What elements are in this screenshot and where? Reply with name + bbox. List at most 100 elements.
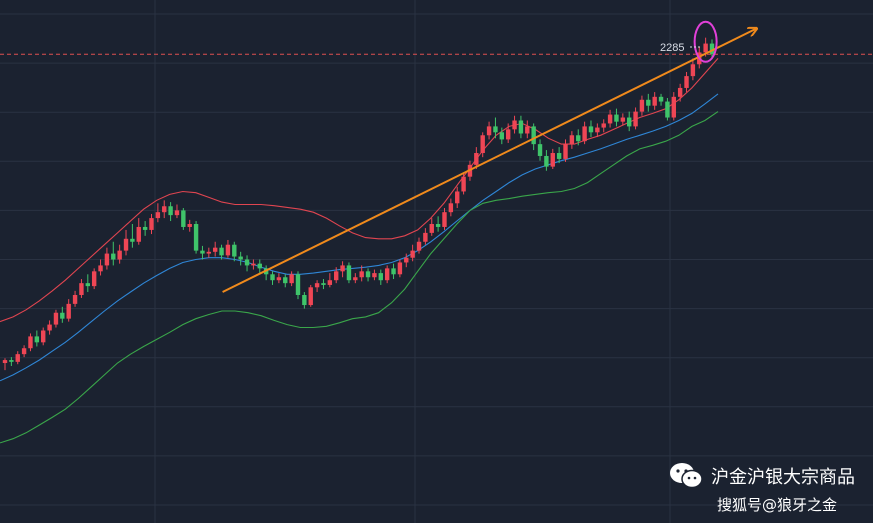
candle-body — [85, 283, 91, 287]
candle-body — [537, 144, 543, 156]
candlestick-chart[interactable]: 2285 — [0, 0, 873, 523]
candle-body — [614, 114, 619, 122]
candle-body — [544, 155, 549, 167]
candle-body — [41, 330, 46, 343]
candle-body — [9, 360, 14, 362]
candle-body — [104, 253, 110, 266]
candle-body — [340, 265, 345, 272]
candle-body — [2, 360, 8, 364]
candle-body — [111, 253, 116, 260]
source-name: 搜狐号@狼牙之金 — [717, 496, 838, 514]
candle-body — [607, 114, 613, 124]
candle-body — [327, 280, 333, 285]
candle-body — [576, 135, 581, 142]
candle-body — [181, 210, 186, 227]
candle-body — [442, 212, 447, 227]
candle-body — [162, 206, 167, 213]
candle-body — [512, 120, 517, 130]
candle-body — [556, 153, 562, 159]
candle-body — [461, 176, 466, 192]
candle-body — [149, 218, 154, 230]
candle-body — [384, 268, 390, 281]
candle-body — [123, 238, 129, 251]
candle-body — [98, 265, 103, 272]
candle-body — [193, 224, 199, 251]
candle-body — [276, 277, 282, 281]
candle-body — [321, 283, 326, 285]
candle-body — [308, 287, 313, 306]
candle-body — [60, 312, 65, 319]
candle-body — [117, 250, 122, 260]
candle-body — [416, 241, 422, 251]
candle-body — [295, 274, 301, 295]
candle-body — [646, 99, 651, 106]
candle-body — [289, 274, 294, 284]
middle-band-line — [0, 93, 719, 382]
candle-body — [499, 132, 505, 140]
candle-body — [66, 303, 71, 319]
candle-body — [346, 265, 352, 281]
candle-body — [168, 206, 173, 216]
candle-body — [677, 87, 683, 97]
candle-body — [47, 324, 52, 331]
candle-body — [626, 117, 632, 127]
candle-body — [448, 203, 454, 213]
candle-body — [652, 96, 657, 106]
candle-body — [550, 153, 555, 167]
candle-body — [238, 256, 243, 260]
candle-body — [410, 250, 415, 258]
candle-body — [270, 274, 275, 281]
candle-body — [334, 271, 339, 281]
trendline-arrow — [222, 29, 756, 293]
candle-body — [620, 117, 626, 122]
candle-body — [588, 126, 594, 133]
candle-body — [658, 96, 664, 102]
wechat-icon — [670, 463, 703, 489]
candle-body — [397, 262, 403, 275]
candle-body — [72, 294, 78, 304]
candle-body — [314, 283, 320, 288]
candle-body — [365, 271, 371, 278]
candle-body — [595, 127, 600, 133]
candle-body — [21, 348, 27, 355]
candle-body — [142, 226, 148, 230]
candle-body — [34, 336, 40, 343]
candle-body — [429, 224, 434, 233]
candle-body — [671, 96, 676, 118]
candle-body — [283, 277, 288, 284]
candle-body — [493, 126, 498, 133]
candle-body — [435, 224, 441, 227]
candle-body — [206, 251, 212, 254]
candle-body — [200, 250, 205, 254]
chart-stage: 2285 沪金沪银大宗商品 搜狐号@狼牙之金 — [0, 0, 873, 523]
candle-body — [91, 271, 97, 287]
candle-body — [391, 268, 396, 275]
candle-body — [639, 99, 645, 112]
candle-body — [251, 263, 256, 266]
candle-body — [130, 238, 135, 242]
candle-body — [79, 283, 84, 295]
candle-body — [633, 111, 638, 127]
overlay — [0, 20, 873, 293]
candle-body — [474, 153, 479, 165]
candle-body — [455, 191, 460, 204]
candle-body — [404, 257, 409, 263]
candle-body — [53, 312, 59, 325]
last-price-label: 2285 — [660, 42, 684, 54]
candle-body — [486, 126, 492, 136]
candle-body — [525, 126, 530, 134]
candle-body — [684, 76, 689, 88]
candle-body — [423, 232, 428, 242]
account-name: 沪金沪银大宗商品 — [711, 467, 855, 488]
candle-body — [372, 273, 377, 278]
candle-body — [212, 247, 218, 252]
candle-body — [582, 126, 587, 142]
watermark-footer: 沪金沪银大宗商品 搜狐号@狼牙之金 — [669, 462, 855, 515]
candle-body — [302, 294, 307, 306]
candle-body — [690, 64, 696, 77]
candle-body — [665, 101, 670, 118]
candle-body — [225, 244, 231, 256]
candle-body — [563, 144, 568, 159]
candle-body — [531, 126, 536, 145]
candle-body — [569, 135, 575, 145]
